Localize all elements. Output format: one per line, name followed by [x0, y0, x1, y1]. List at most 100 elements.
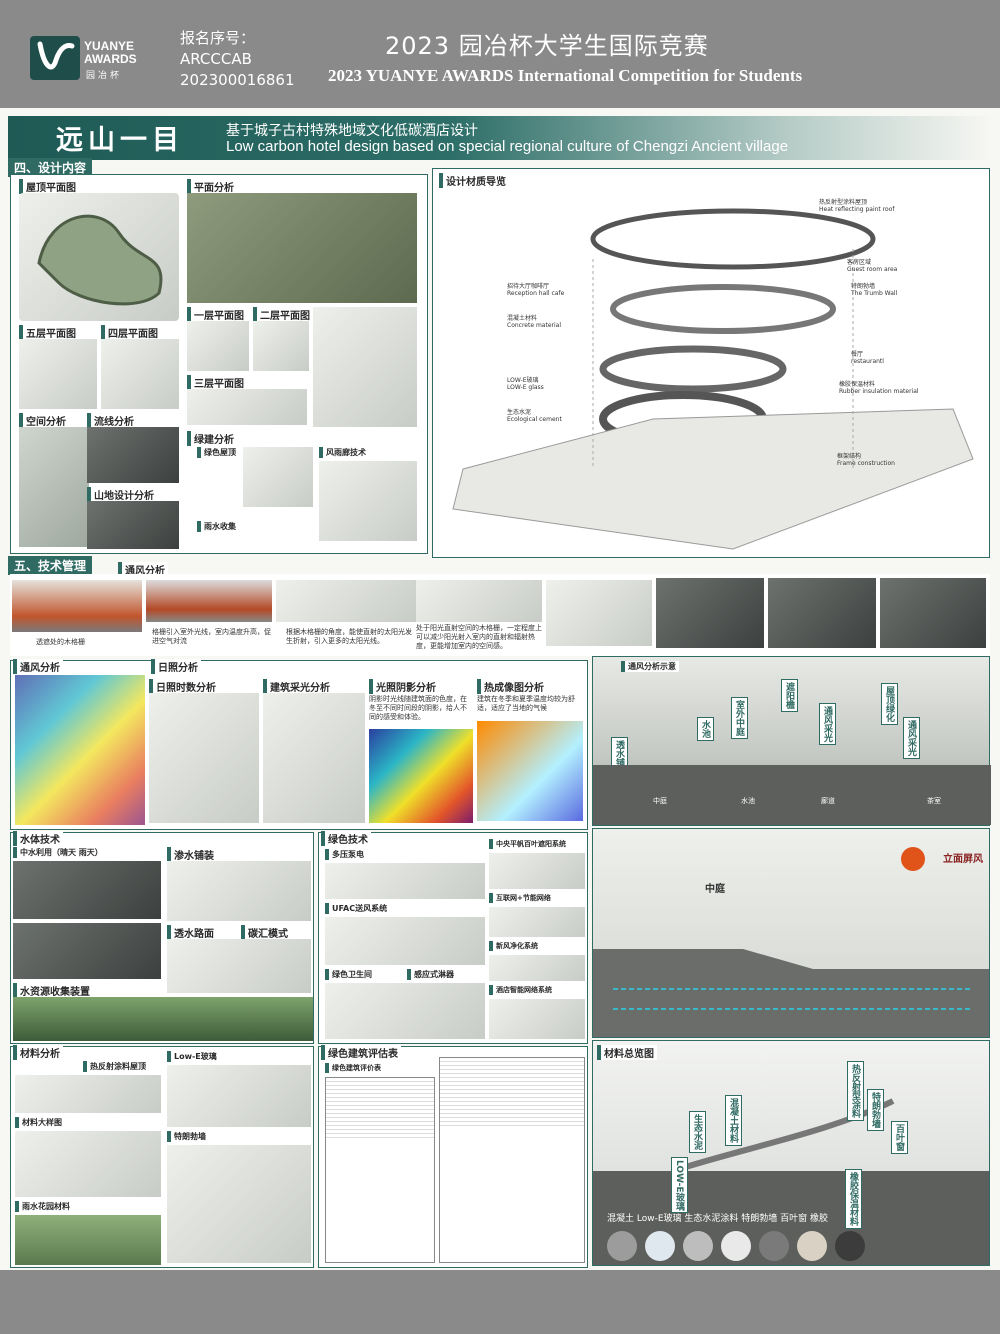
wind-tech-label: 风雨廊技术: [319, 447, 369, 458]
ventilation-section-panel: 通风分析示意 透水铺装 水池 室外中庭 遮阳檐 通风采光 屋顶绿化 通风采光 中…: [592, 656, 991, 826]
tag-courtyard: 中庭: [653, 797, 667, 805]
mountain-design-label: 山地设计分析: [87, 487, 157, 502]
thermal-images: [477, 721, 583, 821]
floor3-plan: [187, 389, 307, 425]
floor4-label: 四层平面图: [101, 325, 161, 340]
shadow-maps: [369, 729, 473, 823]
tank-label: 水资源收集装置: [13, 983, 93, 998]
yuanye-logo: [30, 36, 80, 80]
permeable-road-diagram: [167, 939, 311, 993]
smart-label: 互联网+节能网络: [489, 893, 554, 903]
water-sunny-section: [13, 861, 161, 919]
assessment-label: 绿色建筑评估表: [321, 1045, 401, 1060]
mat-roof: 热反射型涂料屋顶 Heat reflecting paint roof: [819, 199, 895, 213]
curtain-diagram: [489, 853, 585, 889]
green-analysis-label: 绿建分析: [187, 431, 237, 446]
swatch-rubber: [835, 1231, 865, 1261]
ov-tag-1: 生态水泥: [689, 1111, 706, 1153]
water-label: 水体技术: [13, 831, 63, 846]
vent-note-2: 格栅引入室外光线，室内温度升高，促进空气对流: [152, 628, 271, 645]
hotel-net-label: 酒店智能网络系统: [489, 985, 555, 995]
vent2-label: 通风分析: [13, 659, 63, 674]
section-ground: [593, 765, 991, 825]
plan-analysis-label: 平面分析: [187, 179, 237, 194]
reg-number: 202300016861: [180, 71, 295, 89]
project-subtitle-en: Low carbon hotel design based on special…: [226, 138, 789, 155]
water-tech-panel: 水体技术 中水利用（晴天 雨天） 水资源收集装置 渗水铺装 透水路面 碳汇模式: [10, 831, 314, 1044]
vent-diagram-5: [546, 580, 652, 646]
water-section-panel: 立面屏风 中庭: [592, 828, 990, 1038]
assessment-table-title: 绿色建筑评价表: [325, 1063, 384, 1073]
curtain-label: 中央平帆百叶遮阳系统: [489, 839, 569, 849]
floor3-label: 三层平面图: [187, 375, 247, 390]
registration-block: 报名序号： ARCCCAB 202300016861: [180, 28, 295, 91]
materials-analysis-panel: 材料分析 热反射涂料屋顶 材料大样图 雨水花园材料 Low-E玻璃 特朗勃墙: [10, 1045, 314, 1268]
floor2-label: 二层平面图: [253, 307, 313, 322]
reg-label: 报名序号：: [180, 29, 256, 47]
water-use-label: 中水利用（晴天 雨天）: [13, 847, 106, 858]
ventilation-strip: 透遮处的木格栅 格栅引入室外光线，室内温度升高，促进空气对流 根据木格栅的角度，…: [10, 574, 990, 656]
vent-photo-2: [768, 578, 876, 648]
materials-label: 材料分析: [13, 1045, 63, 1060]
project-banner: 远山一目 基于城子古村特殊地域文化低碳酒店设计 Low carbon hotel…: [8, 116, 992, 160]
ufac-label: UFAC送风系统: [325, 903, 391, 914]
logo-swoosh-icon: [37, 41, 75, 70]
footer-bar: [0, 1270, 1000, 1334]
fresh-air-label: 新风净化系统: [489, 941, 541, 951]
roof-plan-drawing: [19, 193, 179, 321]
section-tag-6: 屋顶绿化: [881, 683, 898, 725]
floor5-label: 五层平面图: [19, 325, 79, 340]
vent-section-3: [276, 580, 416, 622]
space-analysis-diagram: [19, 427, 89, 547]
vent-photo-1: [656, 578, 764, 648]
water-rainy-section: [13, 923, 161, 979]
overview-bottom-line: 混凝土 Low-E玻璃 生态水泥涂料 特朗勃墙 百叶窗 橡胶: [607, 1214, 828, 1224]
sun-label: 日照分析: [151, 659, 201, 674]
wind-section-label: 通风分析示意: [621, 661, 679, 672]
tank-diagrams: [13, 997, 313, 1041]
elevation-label: 立面屏风: [943, 854, 983, 865]
design-content-panel: 屋顶平面图 五层平面图 四层平面图 空间分析 流线分析 山地设计分析 平面分析 …: [10, 174, 428, 554]
tag-corridor: 廊道: [821, 797, 835, 805]
rain-garden-label: 雨水花园材料: [15, 1201, 73, 1212]
trombe-label: 特朗勃墙: [167, 1131, 209, 1142]
swatch-paint: [721, 1231, 751, 1261]
exploded-axon-drawing: [452, 208, 974, 550]
vent-render-2: [146, 580, 272, 622]
wc-diagram: [325, 983, 485, 1039]
mat-reception: 招待大厅咖啡厅 Reception hall cafe: [507, 283, 565, 297]
sun-hours-chart: [149, 693, 259, 823]
vent-note-4: 处于阳光直射空间的木格栅，一定程度上可以减少阳光射入室内的直射和辐射热度，更能增…: [416, 624, 542, 650]
multi-label: 多压泵电: [325, 849, 367, 860]
green-tech-label: 绿色技术: [321, 831, 371, 846]
swatch-cement: [683, 1231, 713, 1261]
sun-hours-label: 日照时数分析: [149, 679, 219, 694]
ov-tag-6: LOW-E玻璃: [671, 1157, 688, 1214]
sensor-label: 感应式淋器: [407, 969, 457, 980]
ufac-diagram: [325, 917, 485, 965]
competition-title-cn: 2023 园冶杯大学生国际竞赛: [385, 32, 709, 60]
reg-code: ARCCCAB: [180, 50, 252, 68]
flow-analysis-label: 流线分析: [87, 413, 137, 428]
section-tech-title: 五、技术管理: [8, 556, 93, 575]
reflect-roof-label: 热反射涂料屋顶: [83, 1061, 149, 1072]
low-e-label: Low-E玻璃: [167, 1051, 220, 1062]
tag-tea: 茶室: [927, 797, 941, 805]
roof-plan-label: 屋顶平面图: [19, 179, 79, 194]
space-analysis-label: 空间分析: [19, 413, 69, 428]
low-e-diagram: [167, 1065, 311, 1127]
reflect-roof-diagram: [15, 1075, 161, 1113]
section-tag-7: 通风采光: [903, 717, 920, 759]
swatch-concrete: [607, 1231, 637, 1261]
rain-garden-diagram: [15, 1215, 161, 1265]
permeable-label: 渗水铺装: [167, 847, 217, 862]
tag-pool: 水池: [741, 797, 755, 805]
materials-list-label: 材料大样图: [15, 1117, 65, 1128]
assessment-panel: 绿色建筑评估表 绿色建筑评价表: [318, 1045, 588, 1268]
central-court-label: 中庭: [705, 884, 725, 895]
green-tech-panel: 绿色技术 多压泵电 UFAC送风系统 绿色卫生间 感应式淋器 中央平帆百叶遮阳系…: [318, 831, 588, 1044]
wood-grille-render: [12, 580, 142, 632]
section-tag-4: 遮阳檐: [781, 679, 798, 712]
shadow-label: 光照阴影分析: [369, 679, 439, 694]
daylight-label: 建筑采光分析: [263, 679, 333, 694]
